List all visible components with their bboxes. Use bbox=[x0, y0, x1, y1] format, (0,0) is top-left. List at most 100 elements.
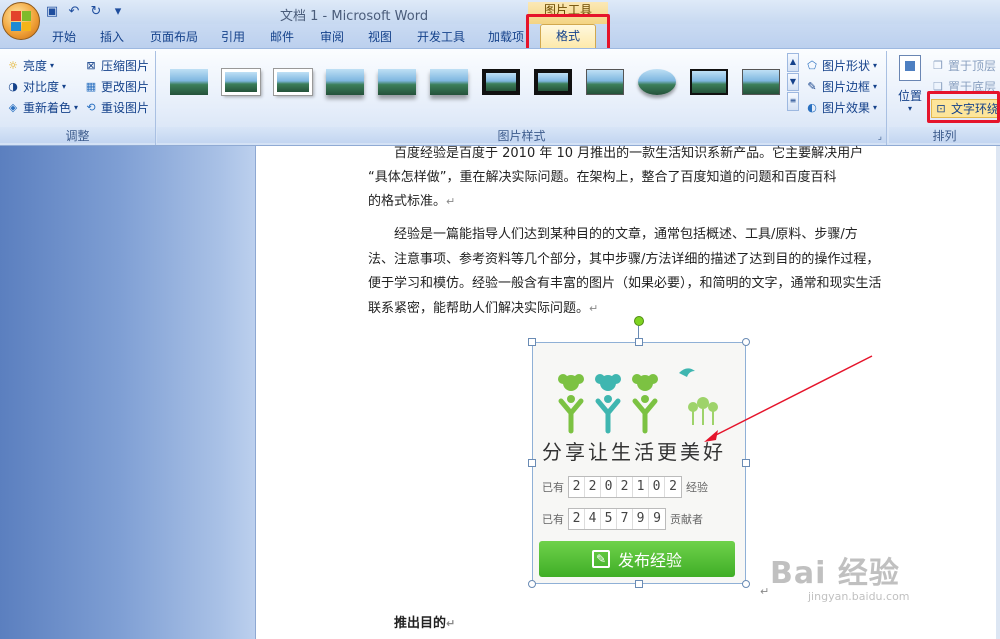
group-label-arrange: 排列 bbox=[889, 127, 1000, 143]
publish-experience-button: ✎ 发布经验 bbox=[539, 541, 735, 577]
sun-icon: ☼ bbox=[8, 58, 18, 72]
title-bar: ▣ ↶ ↻ ▾ 文档 1 - Microsoft Word bbox=[0, 0, 1000, 26]
styles-gallery-scroll: ▲ ▼ ≡ bbox=[787, 53, 799, 112]
undo-icon[interactable]: ↶ bbox=[66, 4, 82, 20]
tab-mailings[interactable]: 邮件 bbox=[270, 28, 294, 45]
style-thumb-9[interactable] bbox=[583, 63, 627, 101]
resize-handle-nw[interactable] bbox=[528, 338, 536, 346]
resize-handle-e[interactable] bbox=[742, 459, 750, 467]
position-icon bbox=[899, 55, 921, 81]
office-button[interactable] bbox=[2, 2, 40, 40]
picture-tools-context-label: 图片工具 bbox=[528, 2, 608, 26]
text-wrapping-button[interactable]: ⊡ 文字环绕 bbox=[931, 99, 1000, 118]
resize-handle-s[interactable] bbox=[635, 580, 643, 588]
gallery-down-icon[interactable]: ▼ bbox=[787, 72, 799, 92]
reset-picture-button[interactable]: ⟲ 重设图片 bbox=[84, 99, 149, 116]
effects-icon: ◐ bbox=[807, 100, 817, 114]
window-title: 文档 1 - Microsoft Word bbox=[280, 9, 429, 24]
contributor-digits: 245799 bbox=[568, 508, 666, 530]
gallery-up-icon[interactable]: ▲ bbox=[787, 53, 799, 72]
counter-digit: 2 bbox=[585, 477, 601, 497]
position-button[interactable]: 位置 ▾ bbox=[895, 55, 925, 113]
bring-to-front-button[interactable]: ❐ 置于顶层 bbox=[931, 57, 996, 74]
text-wrap-icon: ⊡ bbox=[936, 101, 946, 115]
office-logo-icon bbox=[11, 11, 31, 31]
contrast-button[interactable]: ◑ 对比度 ▾ bbox=[6, 78, 66, 95]
counter-digit: 0 bbox=[649, 477, 665, 497]
brightness-button[interactable]: ☼ 亮度 ▾ bbox=[6, 57, 54, 74]
style-thumb-7[interactable] bbox=[479, 63, 523, 101]
picture-border-button[interactable]: ✎ 图片边框 ▾ bbox=[805, 78, 877, 95]
counter-digit: 2 bbox=[569, 477, 585, 497]
shape-icon: ⬠ bbox=[807, 58, 817, 72]
dialog-launcher-icon[interactable]: ⌟ bbox=[878, 132, 882, 142]
experience-digits: 2202102 bbox=[568, 476, 682, 498]
picture-shape-button[interactable]: ⬠ 图片形状 ▾ bbox=[805, 57, 877, 74]
style-thumb-8[interactable] bbox=[531, 63, 575, 101]
tab-view[interactable]: 视图 bbox=[368, 28, 392, 45]
style-thumb-1[interactable] bbox=[167, 63, 211, 101]
style-thumb-10[interactable] bbox=[635, 63, 679, 101]
group-label-adjust: 调整 bbox=[0, 127, 155, 143]
resize-handle-sw[interactable] bbox=[528, 580, 536, 588]
tab-review[interactable]: 审阅 bbox=[320, 28, 344, 45]
resize-handle-se[interactable] bbox=[742, 580, 750, 588]
tab-addins[interactable]: 加载项 bbox=[488, 28, 524, 45]
tab-layout[interactable]: 页面布局 bbox=[150, 28, 198, 45]
tab-insert[interactable]: 插入 bbox=[100, 28, 124, 45]
group-label-picture-styles: 图片样式 bbox=[157, 127, 886, 143]
bring-front-icon: ❐ bbox=[933, 58, 943, 72]
style-thumb-2[interactable] bbox=[219, 63, 263, 101]
quick-access-toolbar: ▣ ↶ ↻ ▾ bbox=[44, 4, 126, 20]
rotation-handle[interactable] bbox=[634, 316, 644, 326]
tab-home[interactable]: 开始 bbox=[52, 28, 76, 45]
style-thumb-5[interactable] bbox=[375, 63, 419, 101]
counter-digit: 7 bbox=[617, 509, 633, 529]
counter-digit: 0 bbox=[601, 477, 617, 497]
style-thumb-3[interactable] bbox=[271, 63, 315, 101]
tab-references[interactable]: 引用 bbox=[221, 28, 245, 45]
compress-icon: ⊠ bbox=[86, 58, 96, 72]
counter-digit: 9 bbox=[653, 511, 661, 526]
counter-digit: 9 bbox=[633, 509, 649, 529]
send-to-back-button[interactable]: ❏ 置于底层 bbox=[931, 78, 996, 95]
contributor-counter: 已有 245799 贡献者 bbox=[542, 508, 703, 530]
resize-handle-w[interactable] bbox=[528, 459, 536, 467]
experience-counter: 已有 2202102 经验 bbox=[542, 476, 708, 498]
recolor-icon: ◈ bbox=[8, 100, 18, 114]
group-arrange: 位置 ▾ ❐ 置于顶层 ❏ 置于底层 ⊡ 文字环绕 排列 bbox=[889, 51, 1000, 145]
gallery-more-icon[interactable]: ≡ bbox=[787, 92, 799, 112]
ribbon-tabs: 开始 插入 页面布局 引用 邮件 审阅 视图 开发工具 加载项 bbox=[0, 24, 1000, 48]
edit-icon: ✎ bbox=[591, 550, 610, 568]
tab-developer[interactable]: 开发工具 bbox=[417, 28, 465, 45]
redo-icon[interactable]: ↻ bbox=[88, 4, 104, 20]
pencil-icon: ✎ bbox=[807, 79, 817, 93]
picture-effects-button[interactable]: ◐ 图片效果 ▾ bbox=[805, 99, 877, 116]
resize-handle-ne[interactable] bbox=[742, 338, 750, 346]
style-thumb-4[interactable] bbox=[323, 63, 367, 101]
tab-format[interactable]: 格式 bbox=[540, 24, 596, 50]
resize-handle-n[interactable] bbox=[635, 338, 643, 346]
customize-qat-button[interactable]: ▾ bbox=[110, 4, 126, 20]
group-picture-styles: ⬠ 图片形状 ▾ ✎ 图片边框 ▾ ◐ 图片效果 ▾ 图片样式 ⌟ bbox=[157, 51, 887, 145]
contrast-icon: ◑ bbox=[8, 79, 18, 93]
send-back-icon: ❏ bbox=[933, 79, 943, 93]
style-thumb-12[interactable] bbox=[739, 63, 783, 101]
counter-digit: 4 bbox=[585, 509, 601, 529]
baidu-watermark: Bai 经验 jingyan.baidu.com bbox=[770, 556, 910, 603]
counter-digit: 2 bbox=[569, 509, 585, 529]
paragraph-1: 百度经验是百度于 2010 年 10 月推出的一款生活知识系新产品。它主要解决用… bbox=[368, 146, 864, 209]
style-thumb-6[interactable] bbox=[427, 63, 471, 101]
change-picture-icon: ▦ bbox=[85, 79, 97, 93]
section-heading: 推出目的↵ bbox=[394, 616, 456, 631]
change-picture-button[interactable]: ▦ 更改图片 bbox=[84, 78, 149, 95]
compress-pictures-button[interactable]: ⊠ 压缩图片 bbox=[84, 57, 149, 74]
save-icon[interactable]: ▣ bbox=[44, 4, 60, 20]
vertical-scrollbar[interactable] bbox=[996, 146, 1000, 639]
paragraph-mark: ↵ bbox=[760, 585, 770, 598]
annotation-arrow bbox=[704, 355, 873, 442]
counter-digit: 5 bbox=[601, 509, 617, 529]
style-thumb-11[interactable] bbox=[687, 63, 731, 101]
recolor-button[interactable]: ◈ 重新着色 ▾ bbox=[6, 99, 78, 116]
reset-picture-icon: ⟲ bbox=[86, 100, 96, 114]
